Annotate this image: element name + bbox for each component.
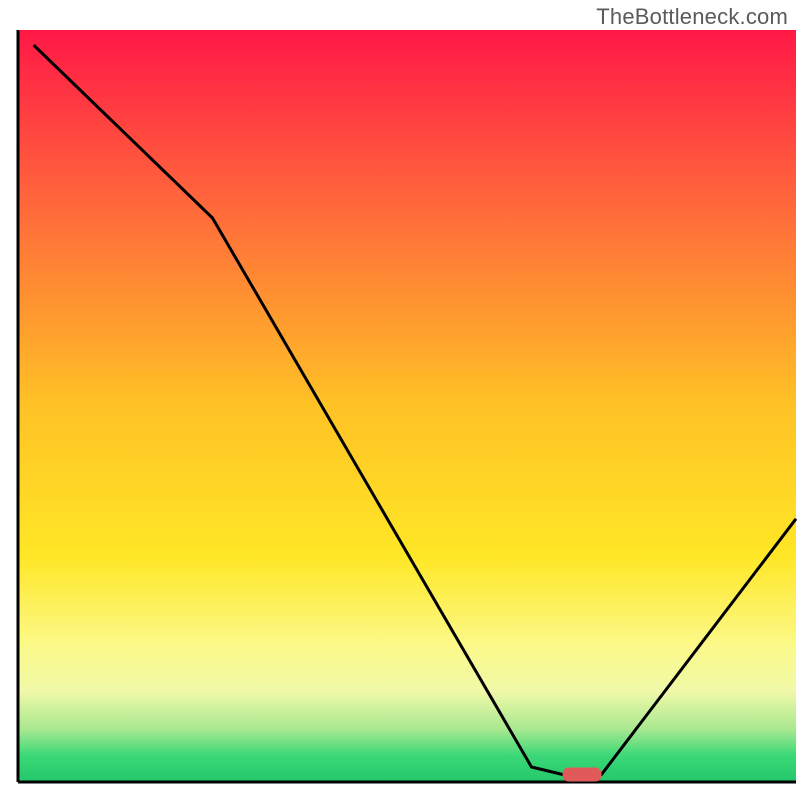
optimal-marker [563, 767, 602, 781]
watermark-text: TheBottleneck.com [596, 4, 788, 30]
bottleneck-chart [0, 0, 800, 800]
